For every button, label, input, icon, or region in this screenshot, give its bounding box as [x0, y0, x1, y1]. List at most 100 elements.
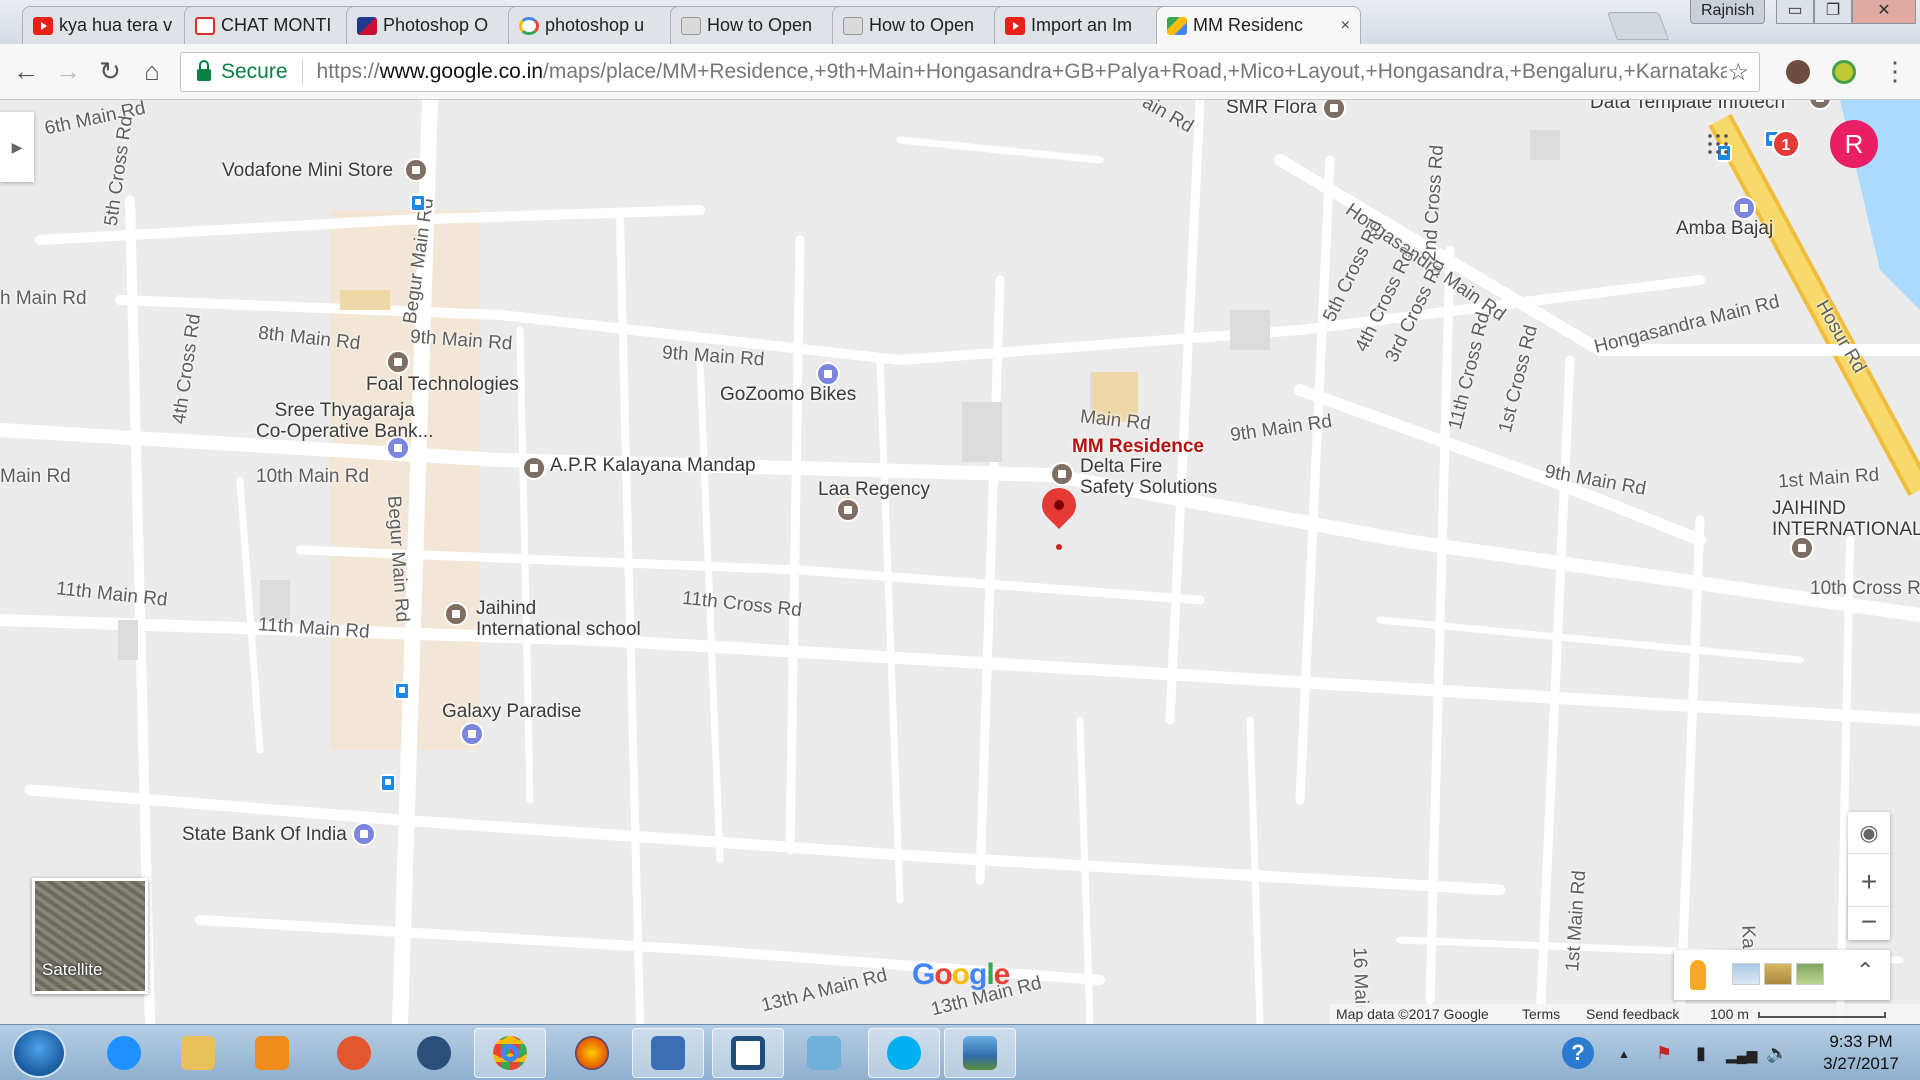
place-bank-label[interactable]: Sree Thyagaraja Co-Operative Bank... [256, 400, 433, 442]
media-player-button[interactable] [236, 1028, 308, 1078]
photoshop-icon [357, 17, 377, 35]
reload-button[interactable]: ↻ [94, 56, 126, 88]
photo-viewer-button[interactable] [944, 1028, 1016, 1078]
pin-base-dot [1056, 544, 1062, 550]
restore-button[interactable]: ❐ [1814, 0, 1852, 24]
store-icon[interactable] [404, 158, 428, 182]
tab-title: Import an Im [1031, 15, 1133, 35]
place-vodafone-label[interactable]: Vodafone Mini Store [222, 160, 393, 181]
tab-title: MM Residenc [1193, 15, 1304, 35]
help-icon[interactable]: ? [1562, 1037, 1594, 1069]
place-jaihind-intl-label[interactable]: JAIHIND INTERNATIONAL [1772, 498, 1920, 540]
omnibox-separator [301, 59, 303, 85]
firefox-icon [575, 1036, 609, 1070]
place-jaihind-school-label[interactable]: Jaihind International school [476, 598, 641, 640]
place-amba-label[interactable]: Amba Bajaj [1676, 218, 1773, 239]
transit-layer-icon[interactable] [1732, 963, 1760, 985]
shopping-icon[interactable] [816, 362, 840, 386]
action-center-flag-icon[interactable]: ⚑ [1656, 1043, 1672, 1064]
internet-explorer-button[interactable] [88, 1028, 160, 1078]
account-avatar[interactable]: R [1830, 120, 1878, 168]
shopping-icon[interactable] [1732, 196, 1756, 220]
place-apr-label[interactable]: A.P.R Kalayana Mandap [550, 455, 756, 476]
pin-center-dot [1054, 500, 1064, 510]
bus-stop-icon[interactable] [380, 774, 396, 792]
skype-button[interactable] [868, 1028, 940, 1078]
notification-badge[interactable]: 1 [1772, 130, 1800, 158]
place-name-line: Jaihind [476, 598, 537, 619]
tab-maps-active[interactable]: MM Residenc × [1156, 6, 1361, 44]
place-gozoomo-label[interactable]: GoZoomo Bikes [720, 384, 856, 405]
terms-link[interactable]: Terms [1522, 1006, 1560, 1022]
network-app-button[interactable] [632, 1028, 704, 1078]
store-icon[interactable] [836, 498, 860, 522]
street-view-pegman-icon[interactable] [1690, 960, 1706, 990]
side-panel-toggle[interactable]: ▶ [0, 112, 34, 182]
system-clock[interactable]: 9:33 PM 3/27/2017 [1806, 1031, 1916, 1075]
place-delta-label[interactable]: Delta Fire Safety Solutions [1080, 456, 1217, 498]
bookmark-star-icon[interactable]: ☆ [1727, 58, 1749, 87]
tree-app-button[interactable] [398, 1028, 470, 1078]
extension-coin-icon[interactable] [1832, 60, 1856, 84]
google-logo-letter: l [986, 958, 994, 991]
address-bar[interactable]: Secure https://www.google.co.in/maps/pla… [180, 52, 1760, 92]
place-smr-label[interactable]: SMR Flora [1226, 100, 1317, 118]
zoom-in-button[interactable]: + [1848, 864, 1890, 900]
close-window-button[interactable]: ✕ [1852, 0, 1916, 24]
terrain-layer-icon[interactable] [1764, 963, 1792, 985]
volume-icon[interactable]: 🔊 [1766, 1043, 1788, 1064]
place-datatemplate-label[interactable]: Data Template Infotech [1590, 100, 1785, 113]
notes-app-button[interactable] [788, 1028, 860, 1078]
url-text[interactable]: https://www.google.co.in/maps/place/MM+R… [317, 60, 1728, 84]
profile-name-badge[interactable]: Rajnish [1690, 0, 1766, 24]
firefox-button[interactable] [556, 1028, 628, 1078]
school-icon[interactable] [444, 602, 468, 626]
my-location-button[interactable]: ◉ [1848, 812, 1890, 854]
home-button[interactable]: ⌂ [136, 56, 168, 88]
clock-date: 3/27/2017 [1823, 1054, 1899, 1073]
bank-icon[interactable] [352, 822, 376, 846]
bank-icon[interactable] [386, 436, 410, 460]
bracket-app-button[interactable] [712, 1028, 784, 1078]
store-icon[interactable] [386, 350, 410, 374]
hall-icon[interactable] [522, 456, 546, 480]
selected-place-label[interactable]: MM Residence [1072, 436, 1204, 458]
tab-title: CHAT MONTI [221, 15, 332, 35]
map-canvas[interactable]: ▶ 6th Main Rd 5th Cross Rd h Main Rd 8th… [0, 100, 1920, 1024]
bus-stop-icon[interactable] [410, 194, 426, 212]
send-feedback-link[interactable]: Send feedback [1586, 1006, 1679, 1022]
expand-layers-icon[interactable]: ⌃ [1856, 958, 1874, 984]
place-laa-label[interactable]: Laa Regency [818, 479, 930, 500]
place-galaxy-label[interactable]: Galaxy Paradise [442, 701, 581, 722]
tray-expand-icon[interactable]: ▲ [1618, 1047, 1630, 1061]
notes-app-icon [807, 1036, 841, 1070]
browser-menu-icon[interactable]: ⋮ [1882, 56, 1908, 86]
back-button[interactable]: ← [10, 56, 42, 88]
google-apps-icon[interactable] [1706, 132, 1730, 156]
bike-layer-icon[interactable] [1796, 963, 1824, 985]
place-foal-label[interactable]: Foal Technologies [366, 374, 519, 395]
pen-tool-button[interactable] [318, 1028, 390, 1078]
screen: kya hua tera v × CHAT MONTI × Photoshop … [0, 0, 1920, 1080]
file-explorer-button[interactable] [162, 1028, 234, 1078]
battery-icon[interactable]: ▮ [1696, 1043, 1706, 1064]
school-icon[interactable] [1790, 536, 1814, 560]
store-icon[interactable] [1050, 462, 1074, 486]
forward-button[interactable]: → [52, 56, 84, 88]
scale-label[interactable]: 100 m [1710, 1006, 1749, 1022]
youtube-icon [1005, 17, 1025, 35]
zoom-out-button[interactable]: − [1848, 906, 1890, 942]
extension-bug-icon[interactable] [1786, 60, 1810, 84]
new-tab-button[interactable] [1606, 12, 1670, 40]
mall-icon[interactable] [460, 722, 484, 746]
start-button[interactable] [12, 1028, 66, 1078]
minimize-button[interactable]: ▭ [1776, 0, 1814, 24]
tab-close-icon[interactable]: × [1341, 17, 1350, 35]
file-explorer-icon [181, 1036, 215, 1070]
network-signal-icon[interactable]: ▂▄▆ [1726, 1047, 1757, 1064]
bus-stop-icon[interactable] [394, 682, 410, 700]
chrome-button[interactable] [474, 1028, 546, 1078]
bracket-app-icon [731, 1036, 765, 1070]
place-sbi-label[interactable]: State Bank Of India [182, 824, 347, 845]
place-name-line: Safety Solutions [1080, 477, 1218, 498]
